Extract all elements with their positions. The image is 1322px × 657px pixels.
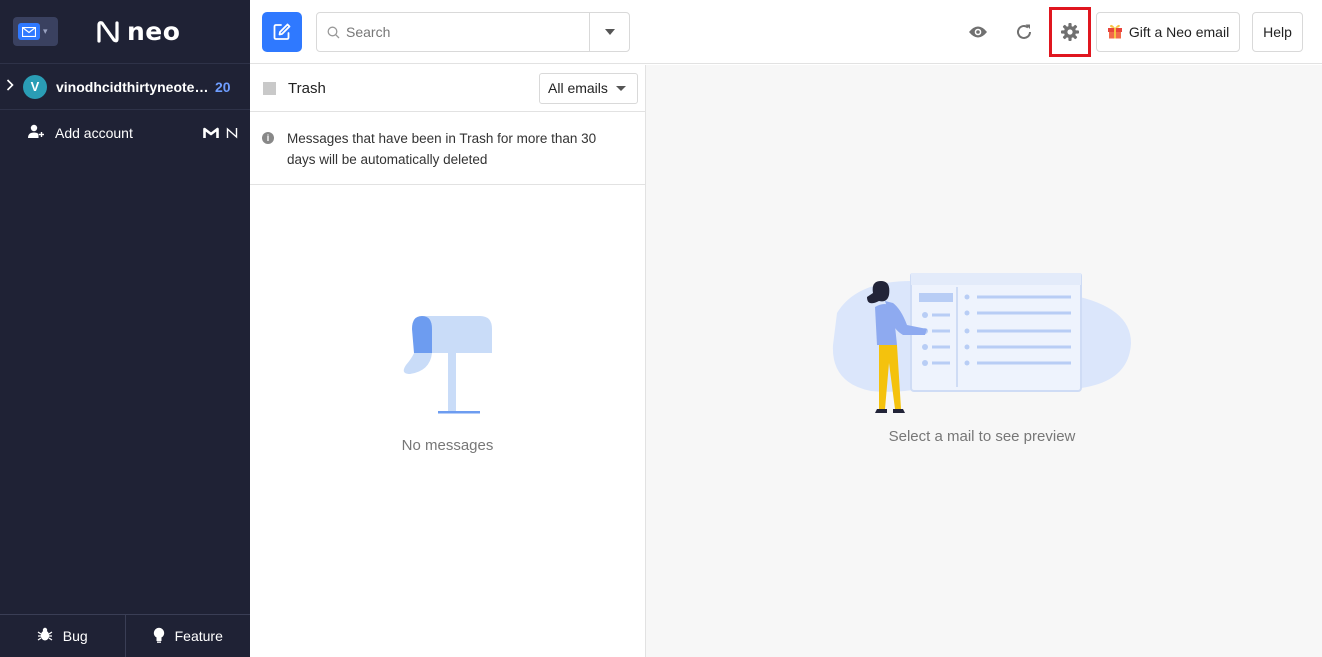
select-all-checkbox[interactable]: [263, 81, 276, 95]
gift-neo-email-button[interactable]: Gift a Neo email: [1096, 12, 1240, 52]
toolbar: Gift a Neo email Help: [250, 0, 1322, 64]
list-header: Trash All emails: [250, 65, 645, 112]
sidebar-header: ▾ neo: [0, 0, 250, 64]
search-box: [316, 12, 630, 52]
lightbulb-icon: [153, 627, 165, 646]
bug-button[interactable]: Bug: [0, 615, 125, 657]
chevron-down-icon: [616, 85, 626, 91]
trash-notice: i Messages that have been in Trash for m…: [250, 112, 645, 185]
refresh-icon[interactable]: [1012, 20, 1036, 44]
bug-label: Bug: [62, 628, 88, 644]
gift-label: Gift a Neo email: [1128, 24, 1230, 40]
neo-icon: [226, 126, 238, 139]
search-options-dropdown[interactable]: [589, 13, 629, 51]
gmail-icon: [203, 127, 219, 138]
compose-icon: [273, 23, 291, 40]
eye-icon[interactable]: [966, 20, 990, 44]
notice-text: Messages that have been in Trash for mor…: [287, 131, 597, 167]
mail-icon: [18, 23, 40, 40]
bug-icon: [37, 627, 53, 645]
message-list-pane: Trash All emails i Messages that have be…: [250, 65, 646, 657]
filter-value: All emails: [548, 80, 608, 96]
add-user-icon: [28, 124, 44, 142]
sidebar-footer: Bug Feature: [0, 614, 250, 657]
logo-text: neo: [127, 17, 181, 46]
chevron-down-icon: ▾: [43, 26, 48, 36]
mailbox-icon: [403, 316, 492, 414]
neo-logo-icon: [97, 20, 119, 43]
feature-label: Feature: [174, 628, 223, 644]
empty-text: No messages: [401, 437, 494, 454]
search-input[interactable]: [346, 14, 589, 50]
feature-button[interactable]: Feature: [124, 615, 251, 657]
neo-logo: neo: [95, 17, 180, 46]
preview-empty-text: Select a mail to see preview: [888, 428, 1076, 445]
compose-button[interactable]: [262, 12, 302, 52]
filter-dropdown[interactable]: All emails: [539, 72, 638, 104]
chevron-down-icon: [604, 29, 615, 35]
folder-title: Trash: [288, 79, 326, 97]
help-button[interactable]: Help: [1252, 12, 1303, 52]
account-email: vinodhcidthirtyneotest...: [56, 78, 213, 95]
preview-illustration: [832, 273, 1131, 413]
add-account-label: Add account: [55, 124, 133, 141]
account-row[interactable]: V vinodhcidthirtyneotest... 20: [0, 64, 250, 110]
add-account-button[interactable]: Add account: [0, 110, 250, 155]
provider-icons: [203, 126, 238, 139]
app-switcher[interactable]: ▾: [13, 17, 58, 46]
search-icon: [327, 26, 340, 39]
preview-pane: Select a mail to see preview: [646, 65, 1322, 657]
gift-icon: [1107, 23, 1123, 42]
sidebar: ▾ neo V vinodhcidthirtyneotest... 20 Add…: [0, 0, 250, 657]
gear-icon[interactable]: [1058, 20, 1082, 44]
unread-count: 20: [215, 78, 231, 95]
info-icon: i: [262, 132, 274, 144]
chevron-right-icon[interactable]: [6, 79, 18, 94]
empty-state: No messages: [250, 313, 645, 454]
avatar: V: [23, 74, 47, 99]
